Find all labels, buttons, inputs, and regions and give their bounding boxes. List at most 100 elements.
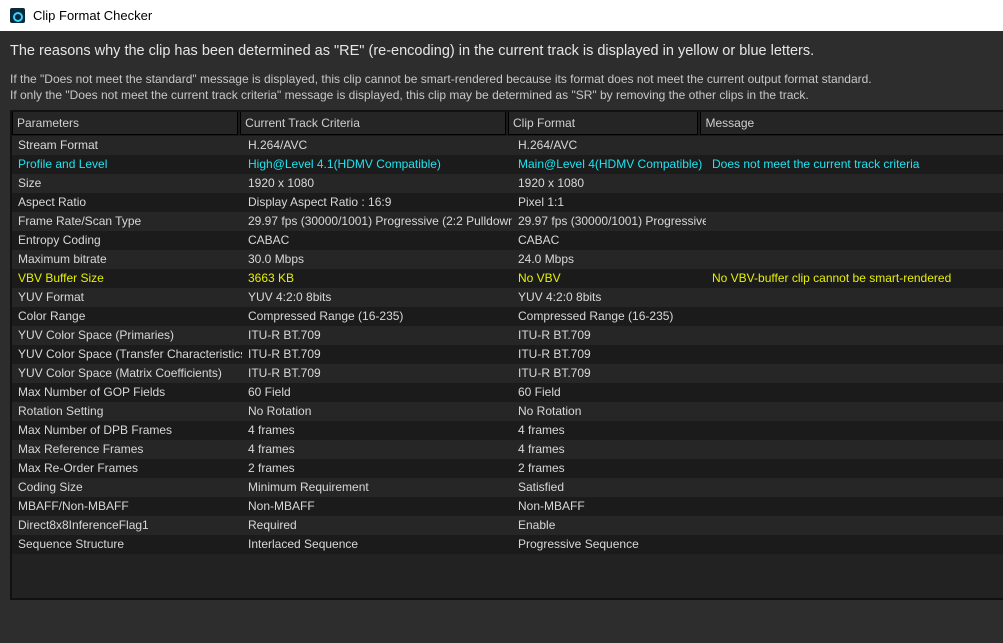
criteria-cell: 60 Field — [248, 385, 291, 399]
table-row[interactable]: YUV Color Space (Transfer Characteristic… — [12, 345, 1003, 364]
criteria-cell: 1920 x 1080 — [248, 176, 315, 190]
clip-format-cell: Satisfied — [518, 480, 565, 494]
message-cell — [706, 250, 1003, 269]
criteria-cell: High@Level 4.1(HDMV Compatible) — [248, 157, 441, 171]
column-header-parameters[interactable]: Parameters — [12, 112, 239, 135]
table-row[interactable]: Coding Size Minimum Requirement Satisfied — [12, 478, 1003, 497]
clip-format-cell: Non-MBAFF — [518, 499, 585, 513]
criteria-cell: CABAC — [248, 233, 290, 247]
table-row[interactable]: Entropy Coding CABAC CABAC — [12, 231, 1003, 250]
criteria-cell: ITU-R BT.709 — [248, 328, 321, 342]
table-row[interactable]: YUV Color Space (Matrix Coefficients) ITU… — [12, 364, 1003, 383]
message-cell — [706, 174, 1003, 193]
message-cell — [706, 212, 1003, 231]
clip-format-cell: 1920 x 1080 — [518, 176, 585, 190]
parameter-cell: Sequence Structure — [18, 537, 125, 551]
clip-format-cell: 4 frames — [518, 442, 565, 456]
parameter-cell: Max Number of GOP Fields — [18, 385, 166, 399]
table-row[interactable]: Max Number of GOP Fields 60 Field 60 Field — [12, 383, 1003, 402]
table-body: Stream Format H.264/AVC H.264/AVC Profile a… — [12, 136, 1003, 554]
parameter-cell: Profile and Level — [18, 157, 108, 171]
clip-format-cell: CABAC — [518, 233, 560, 247]
clip-format-cell: 60 Field — [518, 385, 561, 399]
table-row[interactable]: Max Number of DPB Frames 4 frames 4 frames — [12, 421, 1003, 440]
parameter-cell: Size — [18, 176, 42, 190]
table-row[interactable]: Direct8x8InferenceFlag1 Required Enable — [12, 516, 1003, 535]
message-cell — [706, 193, 1003, 212]
clip-format-cell: No Rotation — [518, 404, 582, 418]
message-cell — [706, 535, 1003, 554]
criteria-cell: 4 frames — [248, 442, 295, 456]
parameter-cell: Max Re-Order Frames — [18, 461, 139, 475]
criteria-cell: 3663 KB — [248, 271, 295, 285]
parameter-cell: Rotation Setting — [18, 404, 104, 418]
message-cell — [706, 440, 1003, 459]
parameter-cell: YUV Color Space (Transfer Characteristic… — [18, 347, 242, 361]
message-cell — [706, 345, 1003, 364]
column-header-message[interactable]: Message — [700, 112, 1003, 135]
parameter-cell: Coding Size — [18, 480, 83, 494]
criteria-cell: 2 frames — [248, 461, 295, 475]
note-line-1: If the "Does not meet the standard" mess… — [10, 72, 872, 86]
table-row[interactable]: Size 1920 x 1080 1920 x 1080 — [12, 174, 1003, 193]
message-cell: Does not meet the current track criteria — [712, 157, 920, 171]
criteria-cell: 30.0 Mbps — [248, 252, 305, 266]
clip-format-cell: No VBV — [518, 271, 561, 285]
column-header-current-track-criteria[interactable]: Current Track Criteria — [240, 112, 507, 135]
table-row[interactable]: YUV Color Space (Primaries) ITU-R BT.709 I… — [12, 326, 1003, 345]
clip-format-cell: YUV 4:2:0 8bits — [518, 290, 602, 304]
parameter-cell: Entropy Coding — [18, 233, 101, 247]
message-cell — [706, 231, 1003, 250]
parameter-cell: MBAFF/Non-MBAFF — [18, 499, 129, 513]
message-cell — [706, 421, 1003, 440]
criteria-cell: ITU-R BT.709 — [248, 347, 321, 361]
criteria-cell: Display Aspect Ratio : 16:9 — [248, 195, 392, 209]
clip-format-cell: ITU-R BT.709 — [518, 328, 591, 342]
parameter-cell: Aspect Ratio — [18, 195, 87, 209]
parameter-cell: Maximum bitrate — [18, 252, 107, 266]
table-row[interactable]: VBV Buffer Size 3663 KB No VBV No VBV-buffe… — [12, 269, 1003, 288]
table-row[interactable]: MBAFF/Non-MBAFF Non-MBAFF Non-MBAFF — [12, 497, 1003, 516]
message-cell — [706, 364, 1003, 383]
table-row[interactable]: YUV Format YUV 4:2:0 8bits YUV 4:2:0 8bits — [12, 288, 1003, 307]
parameter-cell: YUV Color Space (Primaries) — [18, 328, 175, 342]
message-cell — [706, 307, 1003, 326]
table-header: Parameters Current Track Criteria Clip F… — [12, 112, 1003, 136]
header-text: The reasons why the clip has been determ… — [10, 43, 815, 59]
table-row[interactable]: Profile and Level High@Level 4.1(HDMV Com… — [12, 155, 1003, 174]
criteria-cell: H.264/AVC — [248, 138, 308, 152]
clip-format-cell: 29.97 fps (30000/1001) Progressive — [518, 214, 706, 228]
clip-format-cell: Main@Level 4(HDMV Compatible) — [518, 157, 703, 171]
app-icon — [10, 8, 25, 23]
clip-format-cell: Enable — [518, 518, 556, 532]
parameter-cell: Frame Rate/Scan Type — [18, 214, 142, 228]
parameter-cell: YUV Color Space (Matrix Coefficients) — [18, 366, 222, 380]
message-cell — [706, 497, 1003, 516]
criteria-cell: Minimum Requirement — [248, 480, 369, 494]
parameter-cell: VBV Buffer Size — [18, 271, 104, 285]
table-row[interactable]: Max Re-Order Frames 2 frames 2 frames — [12, 459, 1003, 478]
table-row[interactable]: Sequence Structure Interlaced Sequence Pro… — [12, 535, 1003, 554]
clip-format-cell: ITU-R BT.709 — [518, 366, 591, 380]
column-header-clip-format[interactable]: Clip Format — [508, 112, 699, 135]
table-row[interactable]: Maximum bitrate 30.0 Mbps 24.0 Mbps — [12, 250, 1003, 269]
parameter-cell: Stream Format — [18, 138, 99, 152]
clip-format-cell: ITU-R BT.709 — [518, 347, 591, 361]
table-row[interactable]: Aspect Ratio Display Aspect Ratio : 16:9 P… — [12, 193, 1003, 212]
table-row[interactable]: Stream Format H.264/AVC H.264/AVC — [12, 136, 1003, 155]
message-cell — [706, 402, 1003, 421]
table-row[interactable]: Color Range Compressed Range (16-235) Comp… — [12, 307, 1003, 326]
clip-format-cell: 2 frames — [518, 461, 565, 475]
parameter-cell: Max Number of DPB Frames — [18, 423, 173, 437]
criteria-cell: Compressed Range (16-235) — [248, 309, 404, 323]
criteria-cell: Required — [248, 518, 297, 532]
message-cell — [706, 136, 1003, 155]
criteria-cell: ITU-R BT.709 — [248, 366, 321, 380]
message-cell — [706, 383, 1003, 402]
table-row[interactable]: Max Reference Frames 4 frames 4 frames — [12, 440, 1003, 459]
message-cell — [706, 459, 1003, 478]
table-row[interactable]: Rotation Setting No Rotation No Rotation — [12, 402, 1003, 421]
message-cell — [706, 478, 1003, 497]
criteria-cell: 29.97 fps (30000/1001) Progressive (2:2 … — [248, 214, 512, 228]
table-row[interactable]: Frame Rate/Scan Type 29.97 fps (30000/100… — [12, 212, 1003, 231]
